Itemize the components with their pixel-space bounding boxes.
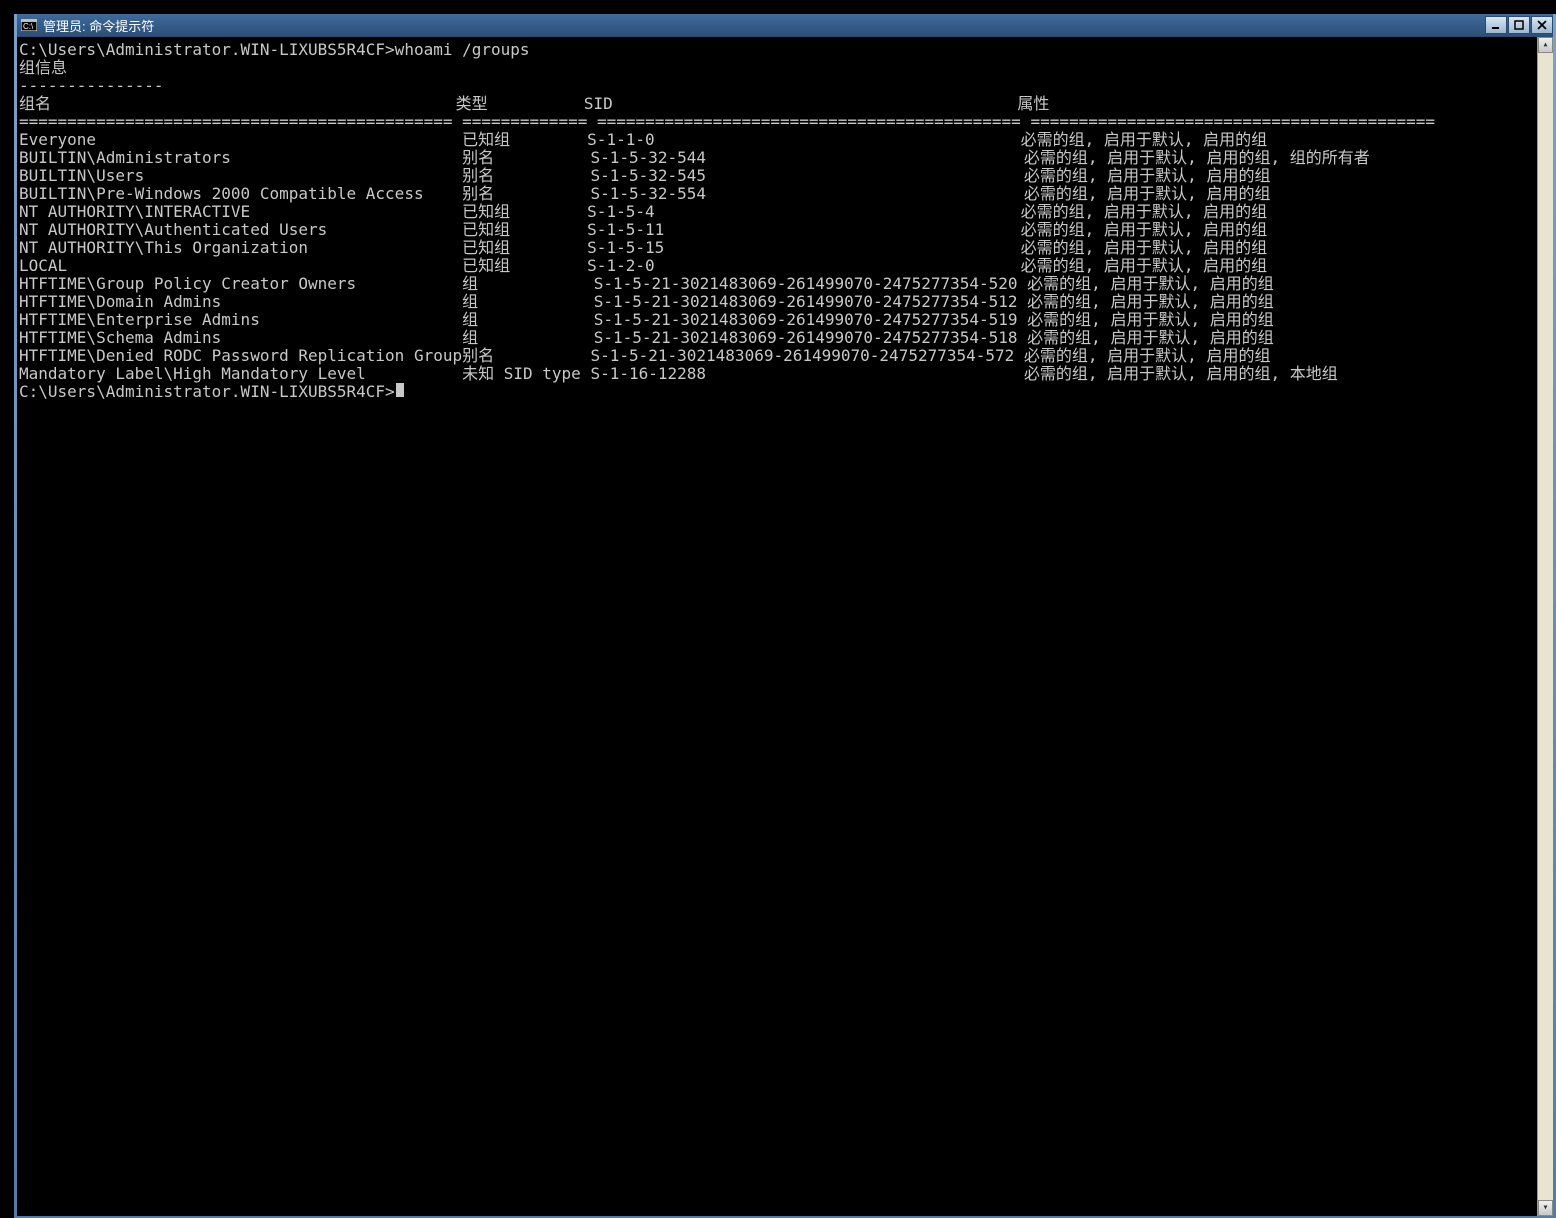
terminal-line: 组信息	[19, 59, 1536, 77]
terminal-line: NT AUTHORITY\Authenticated Users 已知组 S-1…	[19, 221, 1536, 239]
terminal-line: ---------------	[19, 77, 1536, 95]
terminal-line: NT AUTHORITY\This Organization 已知组 S-1-5…	[19, 239, 1536, 257]
window-title: 管理员: 命令提示符	[41, 16, 1484, 35]
maximize-button[interactable]	[1508, 16, 1530, 34]
scroll-track[interactable]	[1538, 53, 1553, 1200]
terminal-line: ========================================…	[19, 113, 1536, 131]
scroll-down-button[interactable]: ▾	[1538, 1200, 1553, 1216]
terminal-output: C:\Users\Administrator.WIN-LIXUBS5R4CF>w…	[19, 41, 1536, 1214]
terminal-line: BUILTIN\Users 别名 S-1-5-32-545 必需的组, 启用于默…	[19, 167, 1536, 185]
terminal-line: HTFTIME\Group Policy Creator Owners 组 S-…	[19, 275, 1536, 293]
terminal-prompt-line: C:\Users\Administrator.WIN-LIXUBS5R4CF>	[19, 383, 1536, 401]
terminal-line: HTFTIME\Domain Admins 组 S-1-5-21-3021483…	[19, 293, 1536, 311]
svg-text:C:\: C:\	[23, 22, 34, 31]
terminal-line: LOCAL 已知组 S-1-2-0 必需的组, 启用于默认, 启用的组	[19, 257, 1536, 275]
terminal-line: BUILTIN\Pre-Windows 2000 Compatible Acce…	[19, 185, 1536, 203]
terminal-line: HTFTIME\Denied RODC Password Replication…	[19, 347, 1536, 365]
terminal-line: Everyone 已知组 S-1-1-0 必需的组, 启用于默认, 启用的组	[19, 131, 1536, 149]
scroll-up-button[interactable]: ▴	[1538, 37, 1553, 53]
terminal-area[interactable]: C:\Users\Administrator.WIN-LIXUBS5R4CF>w…	[17, 37, 1553, 1216]
window-frame: C:\ 管理员: 命令提示符 C:\Users\Administrator.WI…	[14, 14, 1556, 1218]
terminal-line: BUILTIN\Administrators 别名 S-1-5-32-544 必…	[19, 149, 1536, 167]
minimize-button[interactable]	[1485, 16, 1507, 34]
terminal-line: HTFTIME\Schema Admins 组 S-1-5-21-3021483…	[19, 329, 1536, 347]
terminal-line: Mandatory Label\High Mandatory Level 未知 …	[19, 365, 1536, 383]
titlebar[interactable]: C:\ 管理员: 命令提示符	[17, 14, 1553, 37]
vertical-scrollbar[interactable]: ▴ ▾	[1537, 37, 1553, 1216]
cursor	[396, 383, 404, 397]
cmd-icon: C:\	[21, 17, 37, 33]
terminal-line: 组名 类型 SID 属性	[19, 95, 1536, 113]
close-button[interactable]	[1531, 16, 1553, 34]
terminal-line: HTFTIME\Enterprise Admins 组 S-1-5-21-302…	[19, 311, 1536, 329]
terminal-line: NT AUTHORITY\INTERACTIVE 已知组 S-1-5-4 必需的…	[19, 203, 1536, 221]
terminal-line: C:\Users\Administrator.WIN-LIXUBS5R4CF>w…	[19, 41, 1536, 59]
